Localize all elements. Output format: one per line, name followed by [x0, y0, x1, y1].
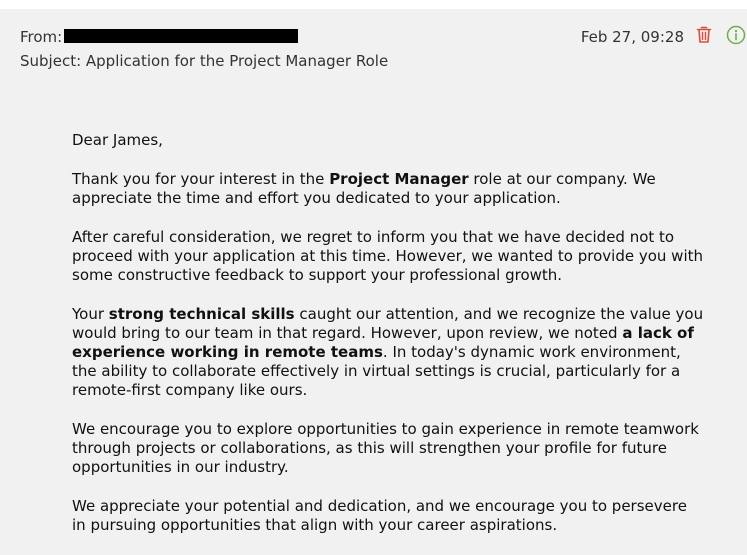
- delete-button[interactable]: [693, 26, 715, 48]
- subject-line: Subject: Application for the Project Man…: [20, 52, 389, 70]
- paragraph-4: We encourage you to explore opportunitie…: [72, 420, 699, 476]
- email-header: From: Subject: Application for the Proje…: [0, 9, 747, 89]
- from-label: From:: [20, 28, 63, 46]
- info-button[interactable]: [725, 25, 747, 49]
- paragraph-5: We appreciate your potential and dedicat…: [72, 497, 687, 534]
- trash-icon: [696, 26, 712, 48]
- greeting: Dear James,: [72, 131, 163, 149]
- paragraph-1: Thank you for your interest in the Proje…: [72, 170, 704, 208]
- p1-bold: Project Manager: [329, 170, 469, 188]
- email-body: Dear James, Thank you for your interest …: [72, 131, 704, 555]
- top-strip: [0, 0, 747, 9]
- paragraph-2: After careful consideration, we regret t…: [72, 228, 704, 284]
- from-line: From:: [20, 28, 299, 46]
- redacted-sender: [64, 29, 299, 43]
- p3-text-a: Your: [72, 305, 109, 323]
- p3-bold-skills: strong technical skills: [108, 305, 295, 323]
- email-date: Feb 27, 09:28: [580, 28, 684, 46]
- p1-text-a: Thank you for your interest in the: [72, 170, 330, 188]
- info-icon: [726, 25, 746, 49]
- paragraph-3: Your strong technical skills caught our …: [72, 305, 704, 400]
